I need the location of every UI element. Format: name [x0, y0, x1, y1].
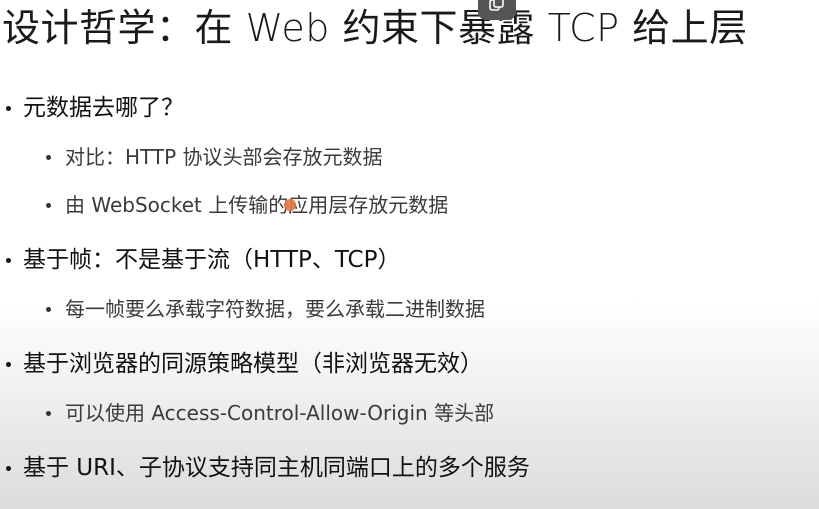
bullet-dot [46, 306, 51, 312]
bullet-metadata: 元数据去哪了？ [6, 93, 184, 123]
bullet-dot [6, 105, 11, 111]
bullet-uri-subprotocol: 基于 URI、子协议支持同主机同端口上的多个服务 [6, 453, 530, 483]
cursor-icon [284, 199, 296, 211]
slide: 设计哲学：在 Web 约束下暴露 TCP 给上层 元数据去哪了？ 对比：HTTP… [0, 0, 819, 509]
bullet-same-origin: 基于浏览器的同源策略模型（非浏览器无效） [6, 349, 483, 379]
bullet-dot [6, 257, 11, 263]
bullet-text: 元数据去哪了？ [23, 95, 184, 121]
floating-copy-button[interactable] [478, 0, 516, 20]
sub-bullet-cors: 可以使用 Access-Control-Allow-Origin 等头部 [46, 399, 494, 427]
sub-bullet-http-header: 对比：HTTP 协议头部会存放元数据 [46, 143, 383, 171]
bullet-dot [46, 202, 51, 208]
bullet-text: 基于 URI、子协议支持同主机同端口上的多个服务 [23, 455, 530, 481]
bullet-text: 基于浏览器的同源策略模型（非浏览器无效） [23, 351, 483, 377]
bullet-dot [6, 361, 11, 367]
bullet-dot [46, 154, 51, 160]
sub-bullet-text: 每一帧要么承载字符数据，要么承载二进制数据 [65, 297, 485, 321]
bullet-text: 基于帧：不是基于流（HTTP、TCP） [23, 247, 401, 273]
sub-bullet-text: 可以使用 Access-Control-Allow-Origin 等头部 [65, 401, 495, 425]
sub-bullet-text: 对比：HTTP 协议头部会存放元数据 [65, 145, 383, 169]
copy-icon [489, 0, 504, 11]
bullet-dot [6, 465, 11, 471]
sub-bullet-app-layer: 由 WebSocket 上传输的应用层存放元数据 [46, 191, 448, 219]
bullet-frame-based: 基于帧：不是基于流（HTTP、TCP） [6, 245, 401, 275]
sub-bullet-text: 由 WebSocket 上传输的应用层存放元数据 [65, 193, 449, 217]
slide-title: 设计哲学：在 Web 约束下暴露 TCP 给上层 [2, 6, 748, 50]
sub-bullet-frame-data: 每一帧要么承载字符数据，要么承载二进制数据 [46, 295, 485, 323]
bullet-dot [46, 410, 51, 416]
